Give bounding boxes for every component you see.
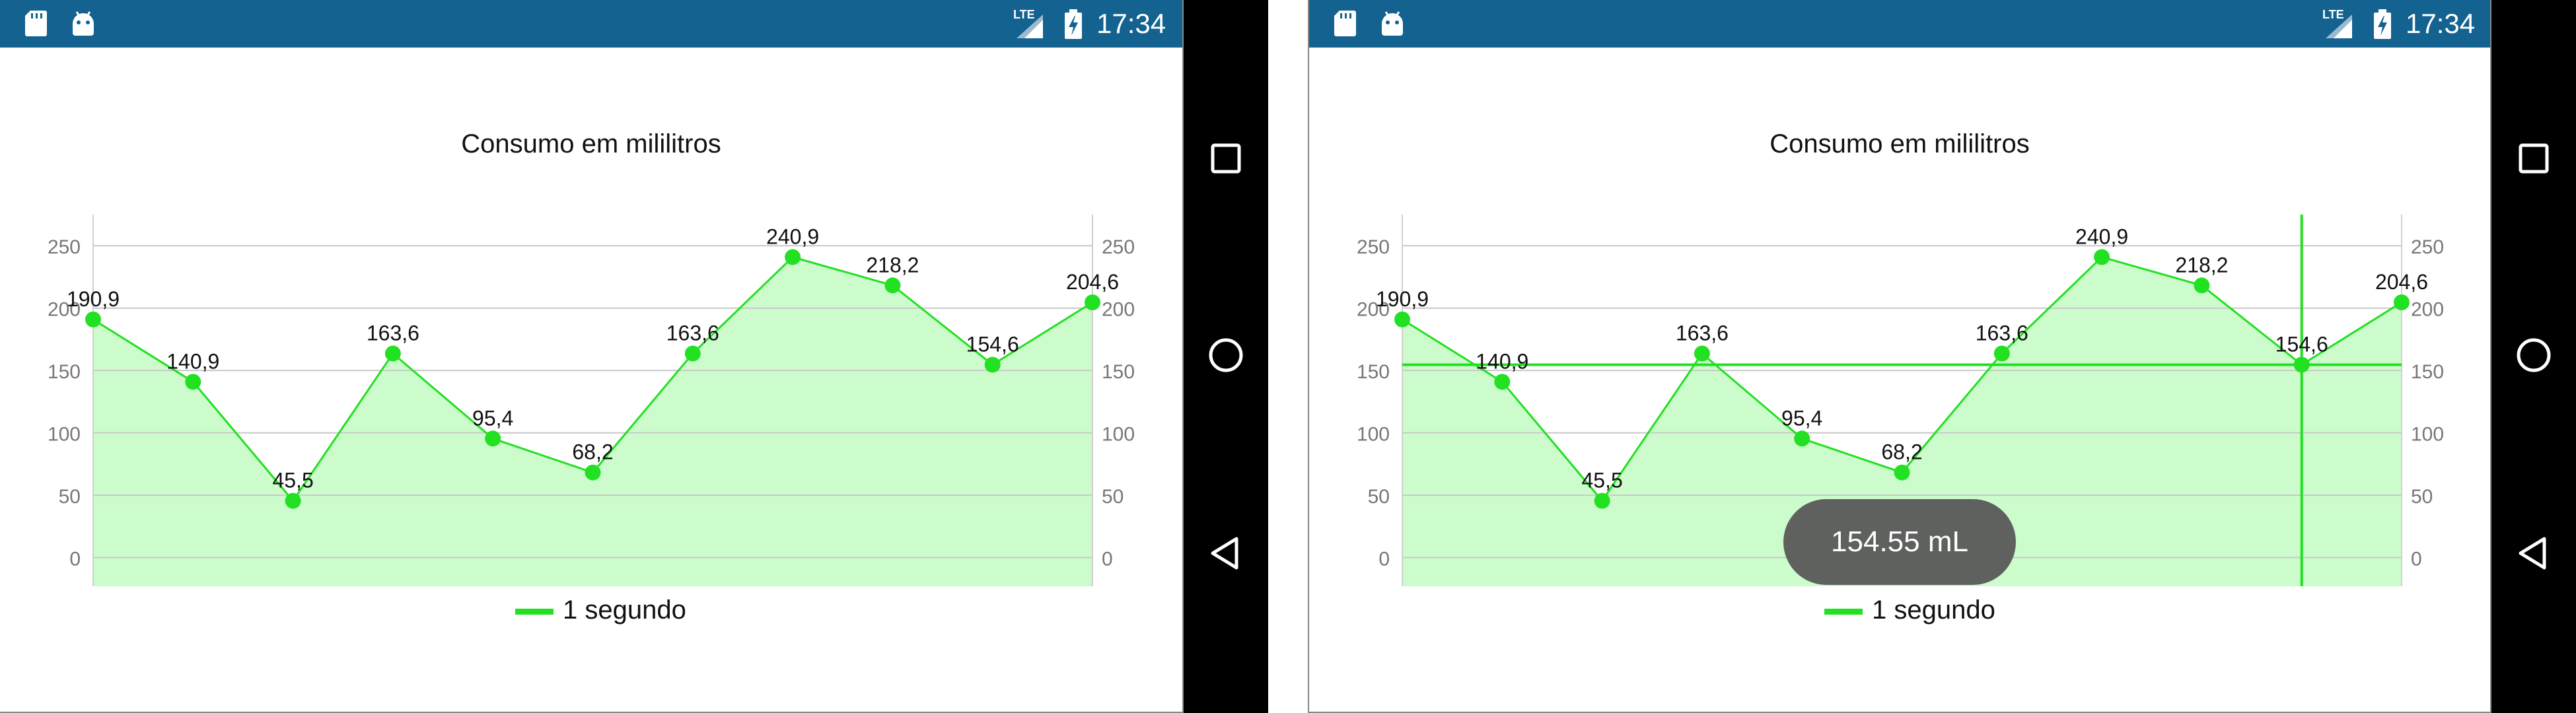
data-point [1594, 492, 1610, 509]
home-circle-icon[interactable] [1206, 335, 1246, 375]
data-point [1694, 345, 1710, 362]
data-label: 218,2 [2175, 253, 2228, 277]
data-point [884, 277, 901, 294]
data-point [585, 464, 601, 481]
data-point [2293, 356, 2310, 373]
data-label: 45,5 [272, 469, 313, 492]
legend-swatch [515, 609, 554, 615]
back-triangle-icon[interactable] [1206, 533, 1246, 573]
y-tick-label-left: 150 [1357, 361, 1390, 383]
data-label: 240,9 [766, 224, 819, 248]
data-label: 163,6 [1676, 321, 1729, 345]
home-circle-icon[interactable] [2514, 335, 2554, 375]
data-point [1085, 294, 1100, 311]
chart-legend: 1 segundo [0, 592, 1182, 631]
y-tick-label-right: 200 [1102, 299, 1135, 321]
data-point [285, 492, 301, 509]
data-label: 240,9 [2075, 224, 2128, 248]
legend-label: 1 segundo [1872, 595, 1995, 625]
data-point [785, 249, 801, 265]
data-label: 163,6 [367, 321, 419, 345]
recents-square-icon[interactable] [2514, 139, 2554, 178]
legend-swatch [1824, 609, 1863, 615]
phone-screen-before: LTE 17:34 Consumo em mililitros 0 0 50 50 10… [0, 0, 1268, 713]
y-tick-label-right: 150 [1102, 361, 1135, 383]
data-point [384, 345, 401, 362]
app-screen: LTE 17:34 Consumo em mililitros 0 0 50 50 10… [0, 0, 1184, 713]
data-label: 68,2 [572, 440, 613, 464]
data-point [984, 356, 1001, 373]
y-tick-label-left: 50 [59, 486, 81, 508]
y-tick-label-right: 0 [2411, 549, 2422, 570]
data-label: 218,2 [866, 253, 919, 277]
y-tick-label-right: 50 [1102, 486, 1124, 508]
y-tick-label-left: 0 [1378, 549, 1390, 570]
data-label: 154,6 [2275, 332, 2328, 356]
y-tick-label-left: 50 [1368, 486, 1390, 508]
y-tick-label-left: 100 [1357, 424, 1390, 446]
data-point [2394, 294, 2410, 311]
data-point [1894, 464, 1910, 481]
data-label: 190,9 [67, 287, 120, 311]
value-toast: 154.55 mL [1783, 499, 2016, 585]
y-tick-label-right: 50 [2411, 486, 2433, 508]
y-tick-label-left: 150 [48, 361, 81, 383]
phone-screen-highlighted: LTE 17:34 Consumo em mililitros 0 0 50 50 10… [1308, 0, 2576, 713]
data-label: 154,6 [966, 332, 1019, 356]
data-label: 68,2 [1881, 440, 1922, 464]
y-tick-label-right: 200 [2411, 299, 2444, 321]
data-point [85, 311, 101, 327]
data-point [1993, 345, 2010, 362]
navigation-bar [1184, 0, 1268, 713]
data-point [1494, 374, 1511, 390]
y-tick-label-left: 250 [1357, 236, 1390, 258]
data-point [684, 345, 701, 362]
data-point [485, 430, 501, 447]
app-screen: LTE 17:34 Consumo em mililitros 0 0 50 50 10… [1308, 0, 2491, 713]
data-label: 95,4 [472, 406, 513, 430]
y-tick-label-right: 150 [2411, 361, 2444, 383]
y-tick-label-right: 250 [2411, 236, 2444, 258]
data-label: 140,9 [166, 349, 219, 373]
data-label: 163,6 [1976, 321, 2028, 345]
legend-label: 1 segundo [563, 595, 686, 625]
data-label: 140,9 [1476, 349, 1528, 373]
y-tick-label-left: 100 [48, 424, 81, 446]
recents-square-icon[interactable] [1206, 139, 1246, 178]
data-label: 204,6 [2375, 270, 2428, 294]
y-tick-label-left: 0 [69, 549, 81, 570]
data-point [1394, 311, 1410, 327]
area-fill [93, 257, 1092, 586]
data-point [2194, 277, 2210, 294]
data-point [2094, 249, 2110, 265]
chart-legend: 1 segundo [1309, 592, 2490, 631]
data-label: 204,6 [1066, 270, 1119, 294]
back-triangle-icon[interactable] [2514, 533, 2554, 573]
data-point [185, 374, 201, 390]
y-tick-label-right: 0 [1102, 549, 1113, 570]
y-tick-label-right: 100 [1102, 424, 1135, 446]
data-label: 163,6 [666, 321, 719, 345]
y-tick-label-right: 100 [2411, 424, 2444, 446]
data-label: 95,4 [1781, 406, 1822, 430]
data-label: 45,5 [1581, 469, 1622, 492]
y-tick-label-right: 250 [1102, 236, 1135, 258]
y-tick-label-left: 250 [48, 236, 81, 258]
navigation-bar [2491, 0, 2576, 713]
data-point [1794, 430, 1810, 447]
data-label: 190,9 [1376, 287, 1429, 311]
